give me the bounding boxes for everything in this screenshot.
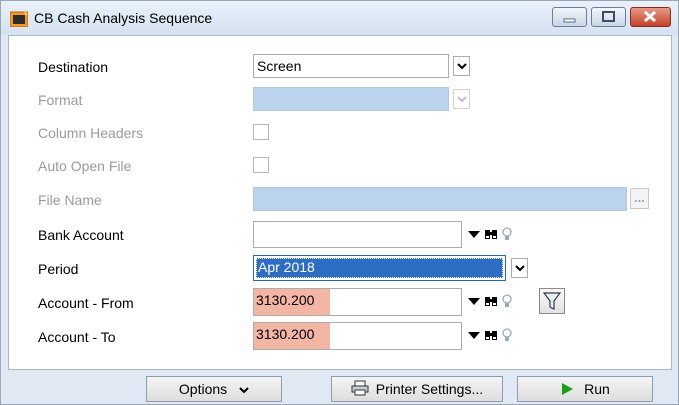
period-label: Period (38, 261, 79, 277)
printer-settings-label: Printer Settings... (375, 381, 484, 397)
minimize-icon (563, 18, 576, 23)
app-icon (10, 10, 28, 27)
lookup-dropdown-icon[interactable] (467, 326, 481, 344)
destination-select[interactable]: Screen (253, 54, 449, 78)
period-select[interactable]: Apr 2018 (253, 255, 506, 281)
chevron-down-icon (457, 63, 467, 70)
ellipsis-icon (635, 200, 644, 202)
account-to-label: Account - To (38, 329, 116, 345)
run-label: Run (584, 381, 610, 397)
printer-settings-button[interactable]: Printer Settings... (331, 376, 503, 402)
account-from-input[interactable]: 3130.200 (253, 288, 462, 316)
account-to-value: 3130.200 (256, 326, 315, 342)
window: CB Cash Analysis Sequence Destination Sc… (0, 0, 679, 405)
lookup-dropdown-icon[interactable] (467, 292, 481, 310)
filter-icon (542, 292, 562, 310)
bank-account-input[interactable] (253, 221, 462, 248)
chevron-down-icon (457, 96, 467, 103)
printer-icon (351, 380, 369, 396)
account-from-value: 3130.200 (256, 292, 315, 308)
chevron-down-icon (515, 265, 525, 272)
lightbulb-icon[interactable] (501, 292, 513, 310)
browse-button (630, 188, 649, 209)
file-name-input (253, 187, 627, 211)
close-icon (643, 10, 657, 23)
options-label: Options (178, 381, 228, 397)
format-select (253, 87, 449, 111)
format-dropdown-button (453, 89, 470, 109)
account-to-input[interactable]: 3130.200 (253, 322, 462, 350)
minimize-button[interactable] (552, 7, 587, 27)
lightbulb-icon[interactable] (501, 326, 513, 344)
close-button[interactable] (630, 7, 671, 27)
play-icon (562, 383, 574, 395)
title-bar: CB Cash Analysis Sequence (1, 1, 678, 35)
lightbulb-icon[interactable] (501, 225, 513, 243)
format-label: Format (38, 92, 83, 108)
binoculars-icon[interactable] (483, 225, 499, 243)
destination-value: Screen (257, 58, 302, 74)
maximize-button[interactable] (591, 7, 626, 27)
auto-open-file-checkbox (253, 157, 269, 173)
filter-button[interactable] (539, 288, 565, 314)
column-headers-checkbox (253, 124, 269, 140)
form-panel: Destination Screen Format Column Headers… (8, 35, 672, 370)
chevron-down-icon (239, 387, 249, 394)
destination-label: Destination (38, 59, 109, 75)
maximize-icon (602, 11, 615, 22)
file-name-label: File Name (38, 192, 102, 208)
window-title: CB Cash Analysis Sequence (34, 10, 213, 26)
period-value: Apr 2018 (256, 258, 503, 278)
column-headers-label: Column Headers (38, 125, 144, 141)
bank-account-label: Bank Account (38, 227, 124, 243)
binoculars-icon[interactable] (483, 292, 499, 310)
period-dropdown-button[interactable] (511, 258, 528, 278)
account-from-label: Account - From (38, 295, 134, 311)
auto-open-file-label: Auto Open File (38, 158, 132, 174)
destination-dropdown-button[interactable] (453, 56, 470, 76)
options-button[interactable]: Options (146, 376, 282, 402)
run-button[interactable]: Run (517, 376, 653, 402)
lookup-dropdown-icon[interactable] (467, 225, 481, 243)
binoculars-icon[interactable] (483, 326, 499, 344)
